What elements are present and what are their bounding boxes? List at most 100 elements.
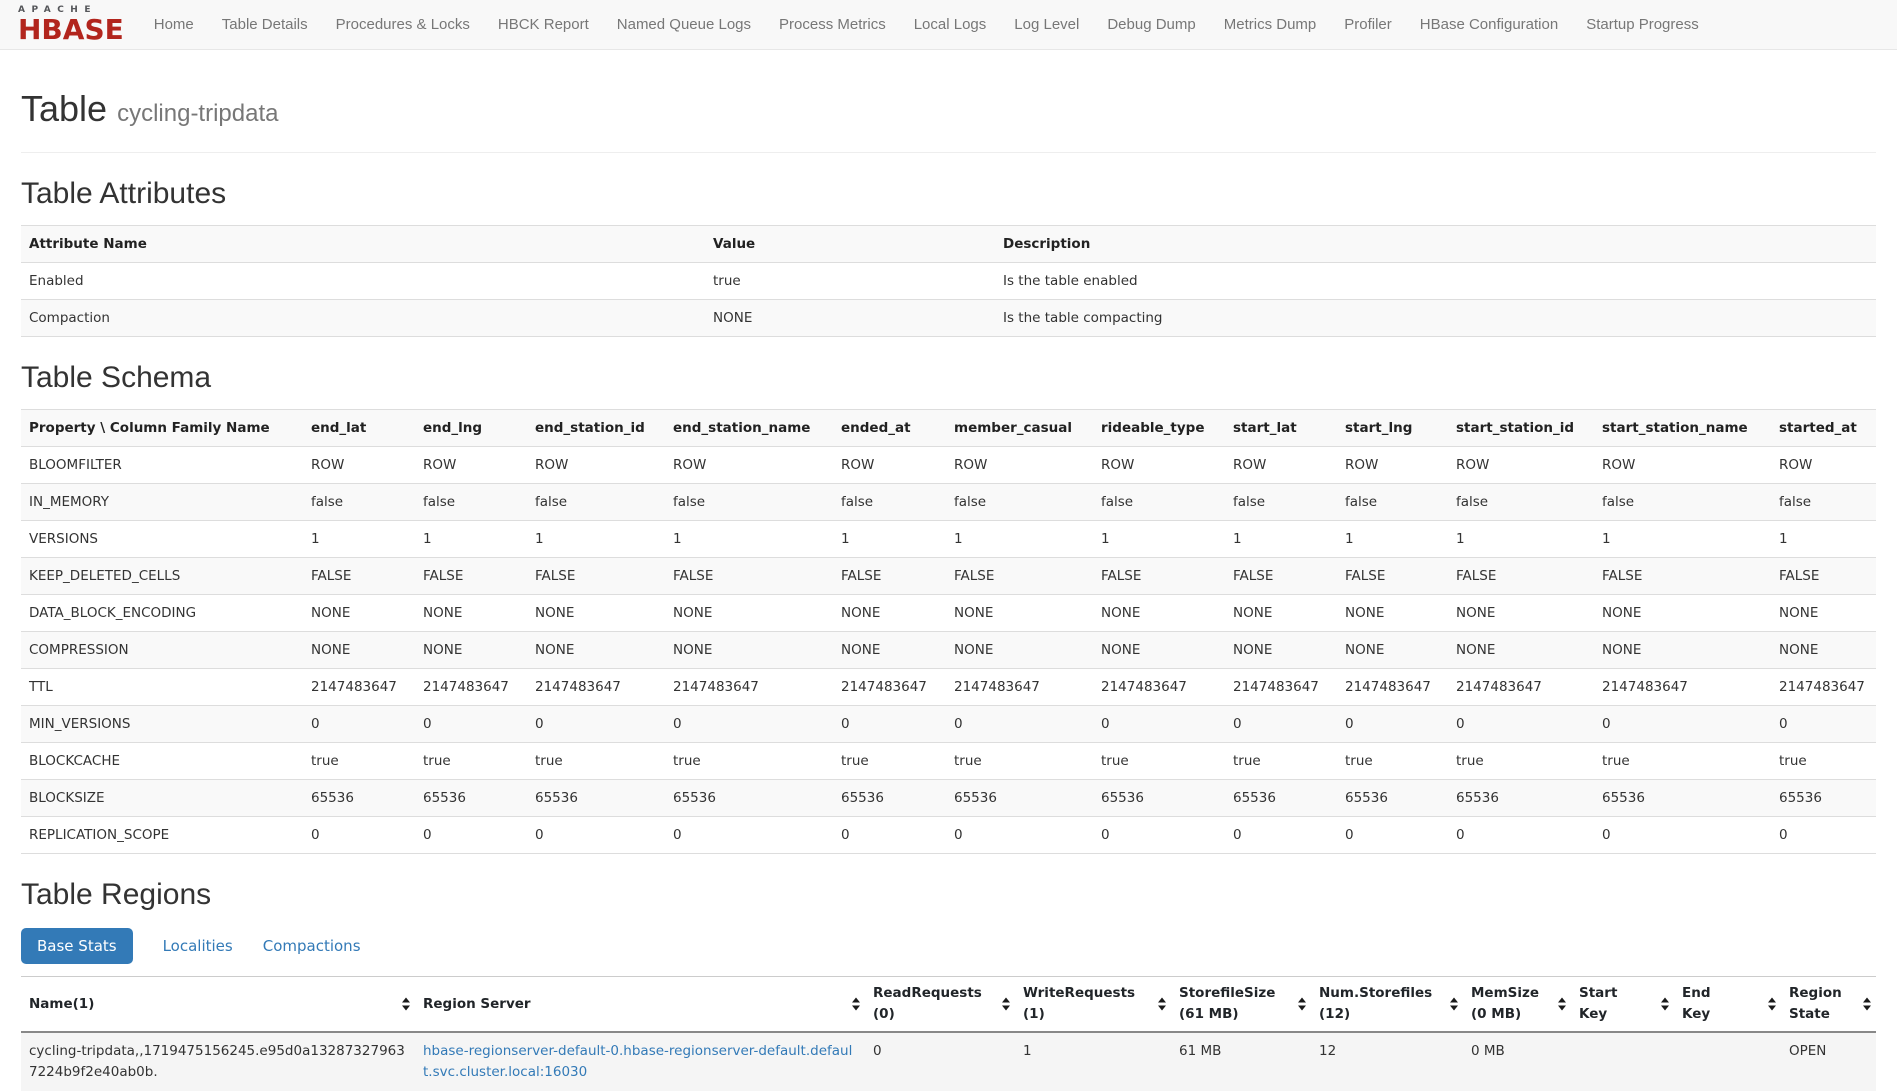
schema-cell: 0 [1771,706,1876,743]
schema-cell: false [833,484,946,521]
tab-compactions[interactable]: Compactions [263,937,361,955]
nav-item: Process Metrics [779,16,886,33]
nav-item-log-level[interactable]: Log Level [1014,16,1079,33]
column-header-readrequests-0[interactable]: ReadRequests (0) [865,977,1015,1033]
nav-item-hbck-report[interactable]: HBCK Report [498,16,589,33]
nav-item: Startup Progress [1586,16,1699,33]
nav-item-process-metrics[interactable]: Process Metrics [779,16,886,33]
schema-heading: Table Schema [21,361,1876,395]
schema-cell: 2147483647 [1771,669,1876,706]
region-tabs: Base Stats Localities Compactions [21,928,1876,964]
column-header-start-key[interactable]: Start Key [1571,977,1674,1033]
sort-up-arrow [1002,998,1010,1003]
schema-cell: FALSE [665,558,833,595]
sort-icon[interactable] [1002,998,1010,1011]
regions-header-row: Name(1)Region ServerReadRequests (0)Writ… [21,977,1876,1033]
sort-icon[interactable] [402,998,410,1011]
column-header-storefilesize-61-mb[interactable]: StorefileSize (61 MB) [1171,977,1311,1033]
sort-icon[interactable] [1768,998,1776,1011]
schema-cell: NONE [1093,632,1225,669]
nav-item: Home [154,16,194,33]
schema-cell: NONE [527,632,665,669]
sort-icon[interactable] [852,998,860,1011]
sort-icon[interactable] [1158,998,1166,1011]
sort-down-arrow [1450,1006,1458,1011]
column-header-started-at: started_at [1771,410,1876,447]
schema-cell: 2147483647 [1093,669,1225,706]
schema-cell: 0 [303,706,415,743]
schema-cell: NONE [946,595,1093,632]
attribute-name: Compaction [21,300,705,337]
schema-cell: true [1771,743,1876,780]
region-cell-storefile-size: 61 MB [1171,1032,1311,1091]
nav-item-startup-progress[interactable]: Startup Progress [1586,16,1699,33]
page-title-text: Table [21,88,107,129]
schema-cell: FALSE [303,558,415,595]
sort-icon[interactable] [1298,998,1306,1011]
schema-row: MIN_VERSIONS000000000000 [21,706,1876,743]
column-header-num-storefiles-12[interactable]: Num.Storefiles (12) [1311,977,1463,1033]
column-header-name-1[interactable]: Name(1) [21,977,415,1033]
nav-item-metrics-dump[interactable]: Metrics Dump [1224,16,1317,33]
column-header-memsize-0-mb[interactable]: MemSize (0 MB) [1463,977,1571,1033]
sort-icon[interactable] [1863,998,1871,1011]
nav-item-hbase-configuration[interactable]: HBase Configuration [1420,16,1558,33]
schema-cell: ROW [303,447,415,484]
sort-icon[interactable] [1558,998,1566,1011]
tab-localities[interactable]: Localities [163,937,233,955]
sort-icon[interactable] [1450,998,1458,1011]
column-header-ended-at: ended_at [833,410,946,447]
schema-cell: 0 [665,817,833,854]
column-header-property: Property \ Column Family Name [21,410,303,447]
schema-cell: false [1771,484,1876,521]
schema-cell: NONE [1771,595,1876,632]
column-header-end-station-name: end_station_name [665,410,833,447]
tab-base-stats[interactable]: Base Stats [21,928,133,964]
schema-cell: ROW [946,447,1093,484]
sort-icon[interactable] [1661,998,1669,1011]
nav-item-local-logs[interactable]: Local Logs [914,16,987,33]
column-header-writerequests-1[interactable]: WriteRequests (1) [1015,977,1171,1033]
column-header-end-key[interactable]: End Key [1674,977,1781,1033]
page-header: Table cycling-tripdata [21,88,1876,153]
schema-cell: 2147483647 [1594,669,1771,706]
schema-cell: 0 [1594,706,1771,743]
column-header-region-state[interactable]: Region State [1781,977,1876,1033]
sort-up-arrow [1158,998,1166,1003]
column-header-attribute-name: Attribute Name [21,226,705,263]
nav-item-table-details[interactable]: Table Details [222,16,308,33]
schema-row: TTL2147483647214748364721474836472147483… [21,669,1876,706]
sort-down-arrow [1002,1006,1010,1011]
schema-cell: true [303,743,415,780]
schema-row: BLOOMFILTERROWROWROWROWROWROWROWROWROWRO… [21,447,1876,484]
hbase-logo[interactable]: APACHE HBASE [18,6,124,44]
schema-cell: NONE [833,632,946,669]
schema-header-row: Property \ Column Family Nameend_lat end_… [21,410,1876,447]
schema-cell: ROW [1448,447,1594,484]
nav-item-home[interactable]: Home [154,16,194,33]
column-header-region-server[interactable]: Region Server [415,977,865,1033]
nav-item-profiler[interactable]: Profiler [1344,16,1392,33]
schema-cell: false [1594,484,1771,521]
schema-cell: ROW [1225,447,1337,484]
sort-down-arrow [1768,1006,1776,1011]
schema-cell: FALSE [1594,558,1771,595]
nav-item-named-queue-logs[interactable]: Named Queue Logs [617,16,751,33]
schema-cell: 0 [1225,817,1337,854]
table-attributes: Attribute NameValueDescriptionEnabledtru… [21,225,1876,337]
column-header-description: Description [995,226,1876,263]
schema-cell: 65536 [1337,780,1448,817]
sort-down-arrow [1863,1006,1871,1011]
schema-row: REPLICATION_SCOPE000000000000 [21,817,1876,854]
schema-cell: NONE [1225,595,1337,632]
schema-cell: NONE [415,595,527,632]
nav-item-debug-dump[interactable]: Debug Dump [1107,16,1195,33]
schema-cell: 65536 [415,780,527,817]
region-server-link[interactable]: hbase-regionserver-default-0.hbase-regio… [423,1043,852,1080]
column-header-end-lat: end_lat [303,410,415,447]
region-cell-write-requests: 1 [1015,1032,1171,1091]
column-header-label: MemSize (0 MB) [1471,985,1539,1022]
sort-down-arrow [1661,1006,1669,1011]
attributes-heading: Table Attributes [21,177,1876,211]
nav-item-procedures-locks[interactable]: Procedures & Locks [336,16,470,33]
